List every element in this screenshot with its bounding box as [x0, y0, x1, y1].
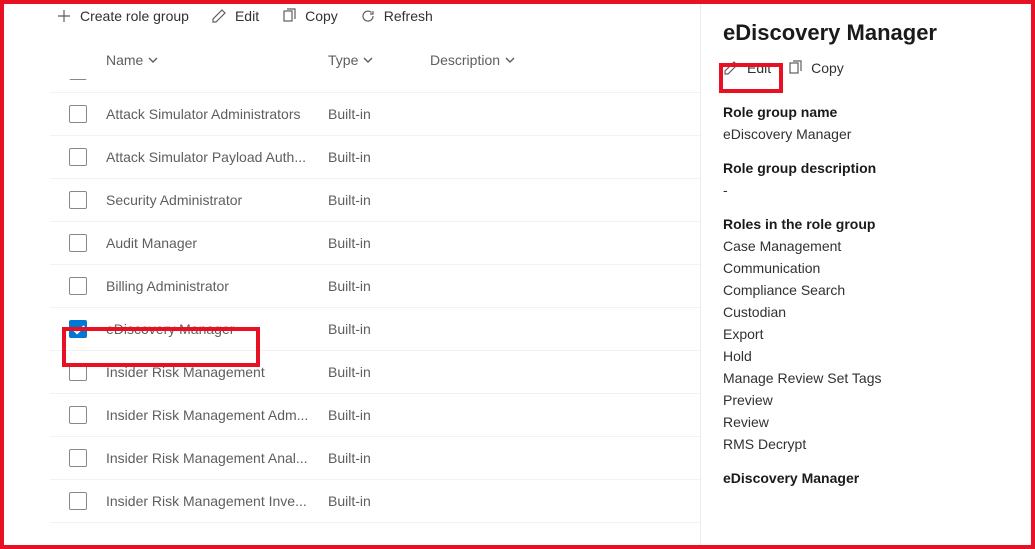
row-name: Attack Simulator Administrators	[106, 106, 328, 122]
pencil-icon	[723, 60, 739, 76]
role-entry: Case Management	[723, 238, 1015, 254]
details-panel: eDiscovery Manager Edit Copy Role group …	[700, 0, 1035, 549]
chevron-down-icon	[504, 54, 516, 66]
row-type: Built-in	[328, 235, 430, 251]
panel-title: eDiscovery Manager	[723, 20, 1015, 46]
row-type: Built-in	[328, 278, 430, 294]
refresh-icon	[360, 8, 376, 24]
table-row[interactable]: Insider Risk Management Inve...Built-in	[50, 480, 700, 523]
panel-edit-button[interactable]: Edit	[723, 60, 771, 76]
column-type-label: Type	[328, 52, 358, 68]
role-entry: Hold	[723, 348, 1015, 364]
row-type: Built-in	[328, 364, 430, 380]
row-checkbox[interactable]	[69, 492, 87, 510]
panel-edit-label: Edit	[747, 60, 771, 76]
row-name: Insider Risk Management Anal...	[106, 450, 328, 466]
table-body: Purview AdministratorsBuilt-inAttack Sim…	[50, 79, 700, 523]
panel-toolbar: Edit Copy	[723, 60, 1015, 76]
column-description-header[interactable]: Description	[430, 52, 700, 68]
pencil-icon	[211, 8, 227, 24]
table-row[interactable]: Billing AdministratorBuilt-in	[50, 265, 700, 308]
role-entry: Manage Review Set Tags	[723, 370, 1015, 386]
row-name: Insider Risk Management Inve...	[106, 493, 328, 509]
table-row[interactable]: eDiscovery ManagerBuilt-in	[50, 308, 700, 351]
list-toolbar: Create role group Edit Copy Refresh	[50, 8, 700, 24]
role-group-description-label: Role group description	[723, 160, 1015, 176]
edit-label: Edit	[235, 8, 259, 24]
copy-button[interactable]: Copy	[281, 8, 338, 24]
row-name: Insider Risk Management Adm...	[106, 407, 328, 423]
panel-copy-button[interactable]: Copy	[787, 60, 844, 76]
row-name: Security Administrator	[106, 192, 328, 208]
row-checkbox[interactable]	[69, 320, 87, 338]
row-checkbox[interactable]	[69, 79, 87, 80]
refresh-label: Refresh	[384, 8, 433, 24]
column-type-header[interactable]: Type	[328, 52, 430, 68]
roles-list: Case Management Communication Compliance S…	[723, 238, 1015, 452]
role-group-name-value: eDiscovery Manager	[723, 126, 1015, 142]
row-checkbox[interactable]	[69, 105, 87, 123]
role-entry: Compliance Search	[723, 282, 1015, 298]
row-type: Built-in	[328, 192, 430, 208]
roles-in-group-label: Roles in the role group	[723, 216, 1015, 232]
row-name: Attack Simulator Payload Auth...	[106, 149, 328, 165]
column-description-label: Description	[430, 52, 500, 68]
table-row[interactable]: Attack Simulator Payload Auth...Built-in	[50, 136, 700, 179]
row-type: Built-in	[328, 106, 430, 122]
table-row[interactable]: Insider Risk Management Adm...Built-in	[50, 394, 700, 437]
row-type: Built-in	[328, 149, 430, 165]
column-name-header[interactable]: Name	[106, 52, 328, 68]
panel-copy-label: Copy	[811, 60, 844, 76]
row-checkbox[interactable]	[69, 277, 87, 295]
table-row[interactable]: Insider Risk ManagementBuilt-in	[50, 351, 700, 394]
role-group-description-value: -	[723, 182, 1015, 198]
row-checkbox[interactable]	[69, 406, 87, 424]
subgroup-label: eDiscovery Manager	[723, 470, 1015, 486]
copy-label: Copy	[305, 8, 338, 24]
create-role-group-button[interactable]: Create role group	[56, 8, 189, 24]
row-name: Audit Manager	[106, 235, 328, 251]
create-label: Create role group	[80, 8, 189, 24]
role-entry: Review	[723, 414, 1015, 430]
plus-icon	[56, 8, 72, 24]
table-row[interactable]: Security AdministratorBuilt-in	[50, 179, 700, 222]
row-checkbox[interactable]	[69, 449, 87, 467]
table-row[interactable]: Audit ManagerBuilt-in	[50, 222, 700, 265]
table-row[interactable]: Insider Risk Management Anal...Built-in	[50, 437, 700, 480]
role-entry: Custodian	[723, 304, 1015, 320]
role-entry: Preview	[723, 392, 1015, 408]
role-entry: Export	[723, 326, 1015, 342]
row-type: Built-in	[328, 321, 430, 337]
copy-icon	[281, 8, 297, 24]
role-groups-list: Create role group Edit Copy Refresh Name	[0, 0, 700, 549]
row-type: Built-in	[328, 450, 430, 466]
row-type: Built-in	[328, 493, 430, 509]
row-checkbox[interactable]	[69, 234, 87, 252]
refresh-button[interactable]: Refresh	[360, 8, 433, 24]
table-row[interactable]: Purview AdministratorsBuilt-in	[50, 79, 430, 92]
table-row[interactable]: Attack Simulator AdministratorsBuilt-in	[50, 93, 700, 136]
row-checkbox[interactable]	[69, 191, 87, 209]
role-group-name-label: Role group name	[723, 104, 1015, 120]
row-checkbox[interactable]	[69, 148, 87, 166]
edit-button[interactable]: Edit	[211, 8, 259, 24]
copy-icon	[787, 60, 803, 76]
row-checkbox[interactable]	[69, 363, 87, 381]
row-name: Insider Risk Management	[106, 364, 328, 380]
chevron-down-icon	[147, 54, 159, 66]
row-type: Built-in	[328, 407, 430, 423]
role-entry: RMS Decrypt	[723, 436, 1015, 452]
role-entry: Communication	[723, 260, 1015, 276]
row-name: eDiscovery Manager	[106, 321, 328, 337]
column-name-label: Name	[106, 52, 143, 68]
chevron-down-icon	[362, 54, 374, 66]
table-header: Name Type Description	[50, 42, 700, 79]
row-name: Billing Administrator	[106, 278, 328, 294]
